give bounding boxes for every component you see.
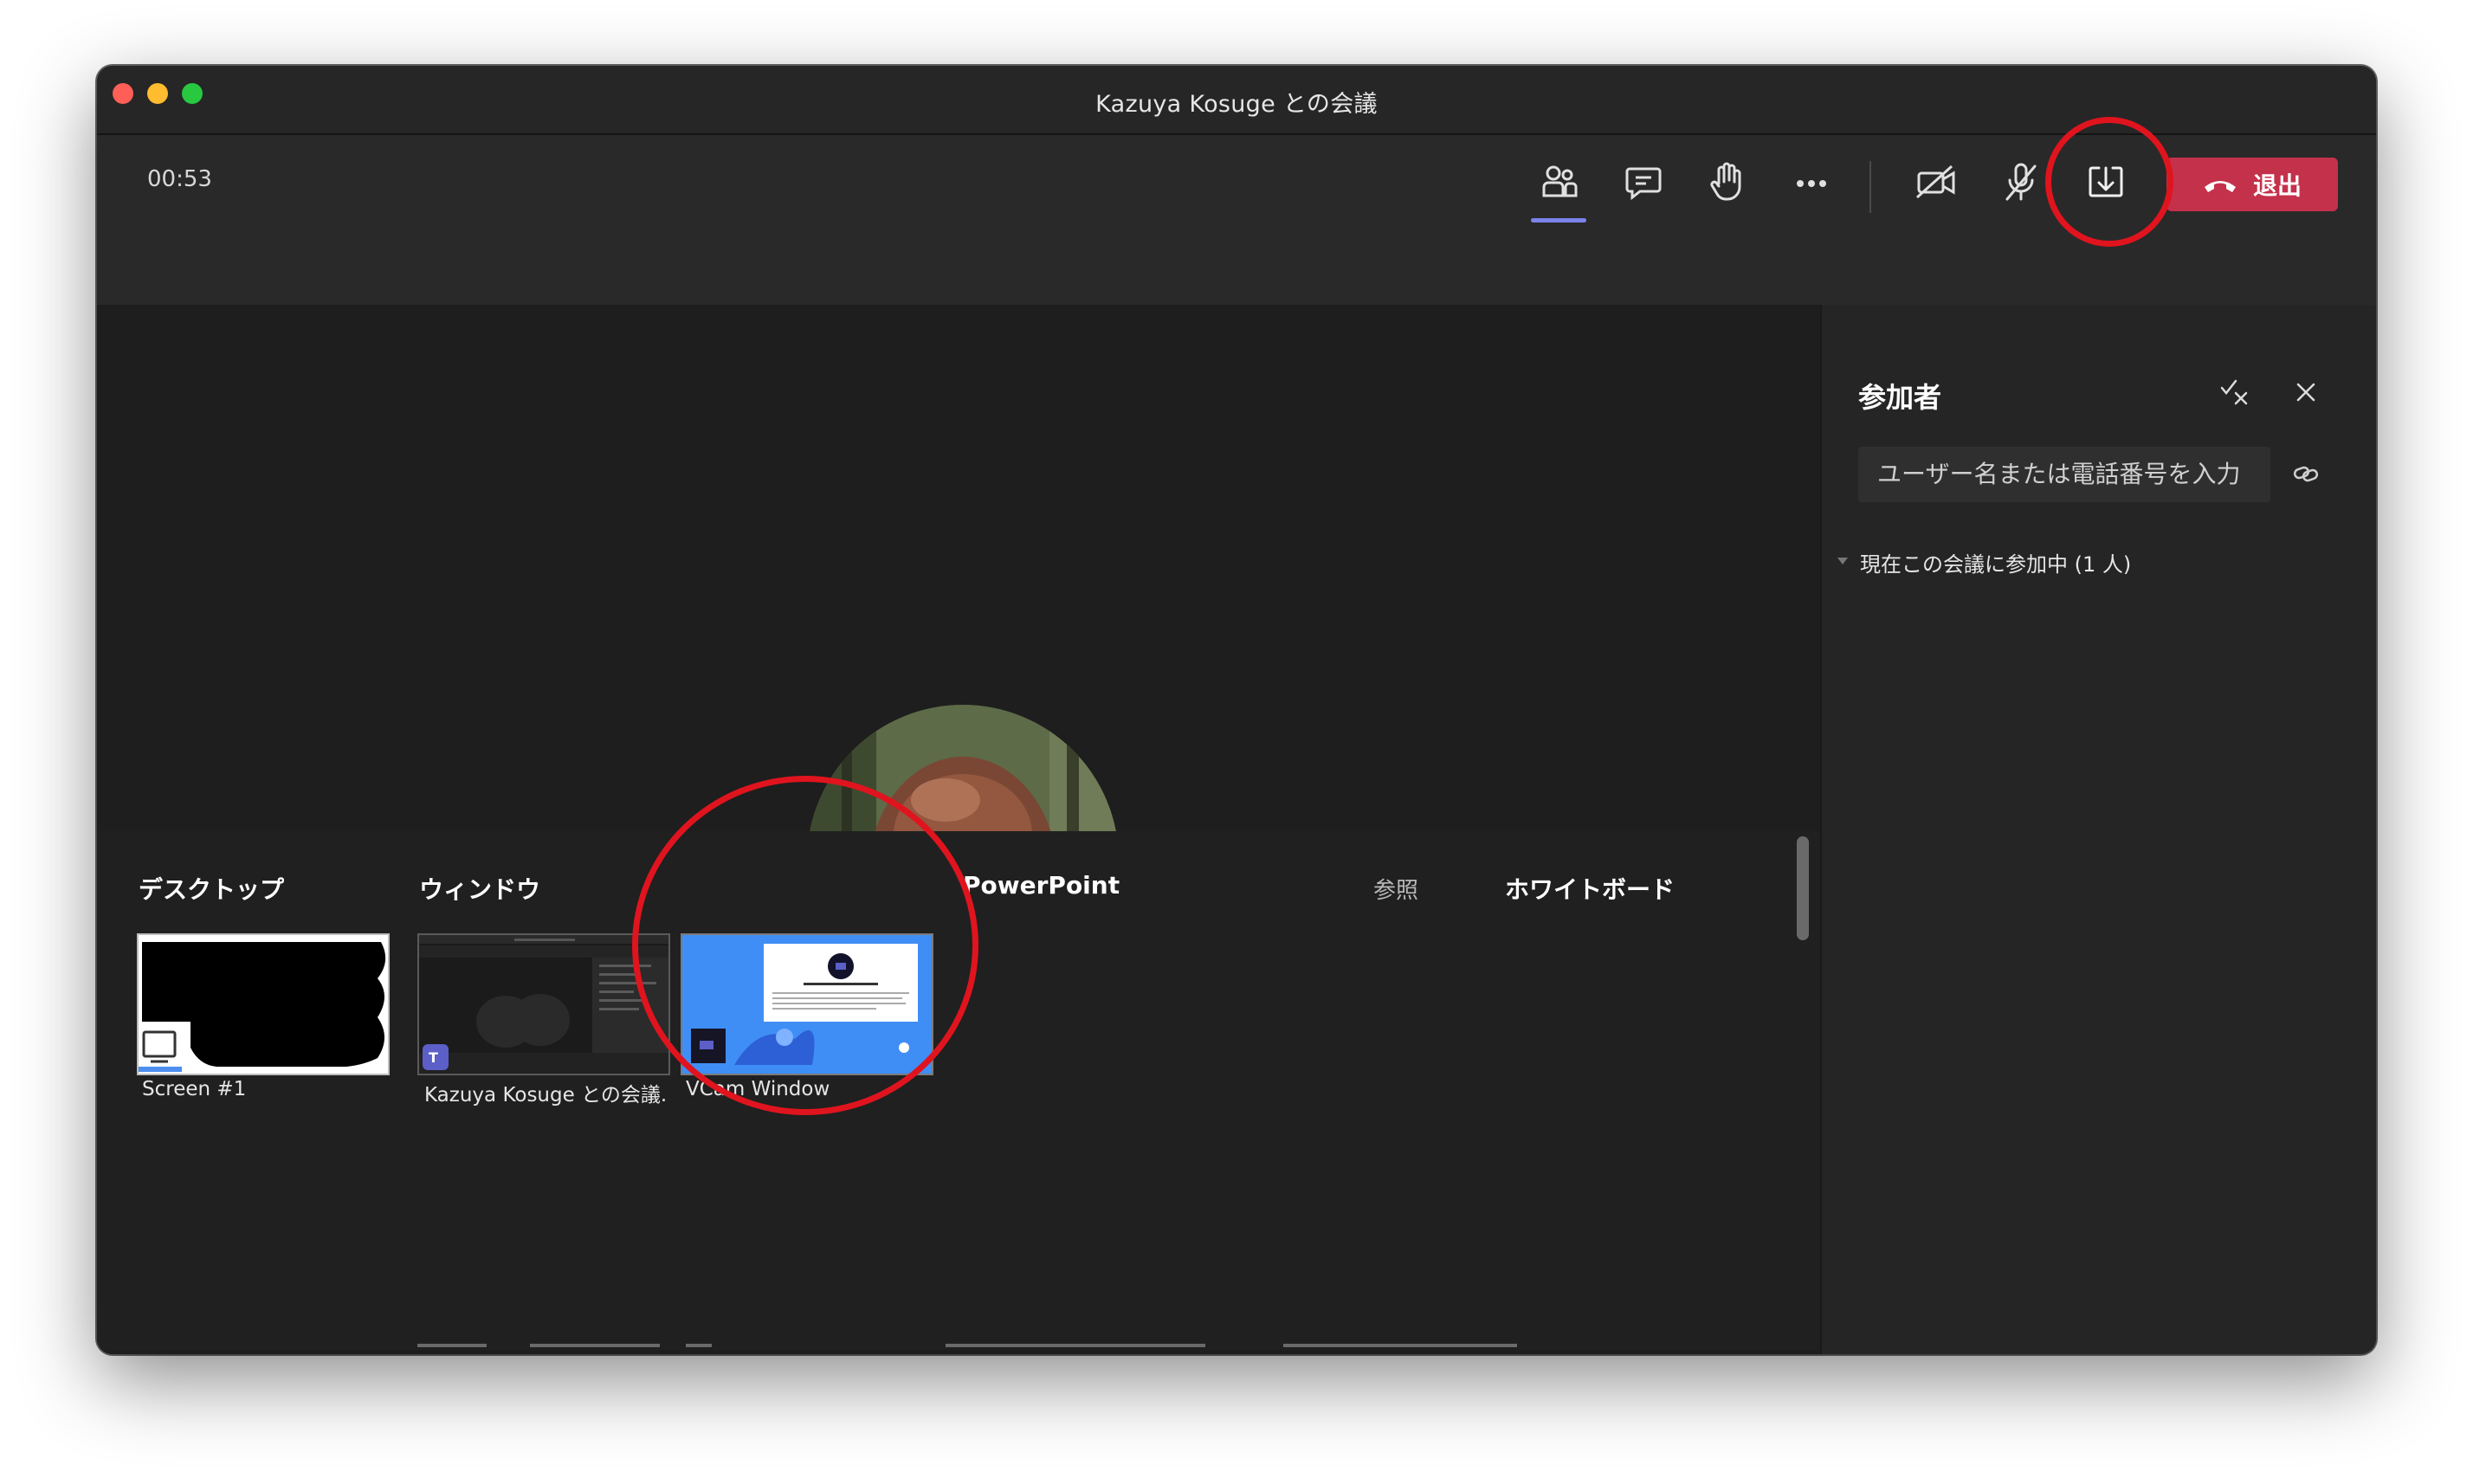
meeting-toolbar: 00:53 退出 xyxy=(97,135,2376,305)
screen-1-label: Screen #1 xyxy=(142,1078,247,1100)
title-bar: Kazuya Kosuge との会議 xyxy=(97,66,2376,135)
participants-panel: 参加者 ユーザー名または電話番号を入力 現在この会議に参加中 (1 人) xyxy=(1820,305,2376,1354)
mute-all-icon[interactable] xyxy=(2218,376,2251,409)
tray-scrollbar[interactable] xyxy=(1797,836,1809,940)
leave-button[interactable]: 退出 xyxy=(2166,158,2338,211)
more-icon[interactable] xyxy=(1785,156,1837,208)
category-powerpoint: PowerPoint xyxy=(963,871,1120,900)
people-icon[interactable] xyxy=(1533,156,1585,208)
chat-icon[interactable] xyxy=(1617,156,1669,208)
collapse-caret-icon[interactable] xyxy=(1837,558,1848,565)
video-stage: デスクトップ ウィンドウ PowerPoint 参照 ホワイトボード Scree… xyxy=(97,305,1820,1354)
meeting-timer: 00:53 xyxy=(147,166,212,192)
annotation-circle-vcam-window xyxy=(632,776,978,1115)
current-participants-header[interactable]: 現在この会議に参加中 (1 人) xyxy=(1860,547,2131,577)
raise-hand-icon[interactable] xyxy=(1701,156,1753,208)
browse-link[interactable]: 参照 xyxy=(1373,873,1418,905)
mic-off-icon[interactable] xyxy=(1995,156,2047,208)
participant-search-input[interactable]: ユーザー名または電話番号を入力 xyxy=(1858,447,2270,502)
window-title: Kazuya Kosuge との会議 xyxy=(1095,91,1378,118)
people-active-indicator xyxy=(1531,218,1586,223)
svg-text:T: T xyxy=(429,1049,438,1066)
screen-1-thumbnail[interactable] xyxy=(137,933,390,1075)
hang-up-icon xyxy=(2204,181,2236,192)
close-panel-icon[interactable] xyxy=(2289,376,2322,409)
leave-label: 退出 xyxy=(2252,171,2302,200)
tray-horizontal-scroll-track xyxy=(417,1344,1517,1347)
meeting-window-label: Kazuya Kosuge との会議... xyxy=(424,1084,665,1107)
teams-meeting-window: Kazuya Kosuge との会議 00:53 退出 デスクトップ ウィンドウ… xyxy=(97,66,2376,1354)
category-window: ウィンドウ xyxy=(419,875,541,904)
category-whiteboard: ホワイトボード xyxy=(1505,875,1676,904)
share-invite-link-icon[interactable] xyxy=(2289,457,2322,490)
category-desktop: デスクトップ xyxy=(139,875,285,904)
panel-title: 参加者 xyxy=(1858,381,1942,414)
annotation-circle-share-button xyxy=(2045,117,2173,247)
toolbar-divider xyxy=(1869,161,1871,213)
camera-off-icon[interactable] xyxy=(1910,156,1962,208)
